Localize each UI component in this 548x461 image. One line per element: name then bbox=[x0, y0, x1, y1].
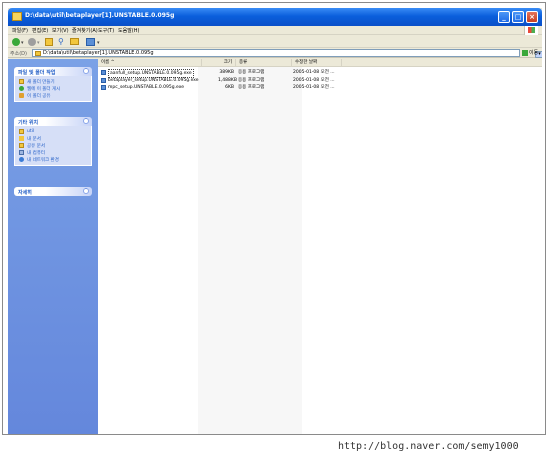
task-label: 이 폴더 공유 bbox=[27, 94, 51, 99]
back-dropdown-icon[interactable]: ▾ bbox=[21, 40, 24, 46]
menu-file[interactable]: 파일(F) bbox=[12, 27, 28, 34]
network-icon bbox=[19, 157, 24, 162]
collapse-icon[interactable]: ˆ bbox=[83, 118, 89, 124]
panel-header[interactable]: 자세히 ˇ bbox=[14, 187, 92, 196]
column-name[interactable]: 이름 ^ bbox=[98, 59, 202, 67]
task-label: 내 네트워크 환경 bbox=[27, 158, 59, 163]
computer-icon bbox=[19, 150, 24, 155]
file-type: 응용 프로그램 bbox=[238, 70, 265, 75]
panel-body: util 내 문서 공유 문서 내 컴퓨터 내 네트워크 환경 bbox=[14, 126, 92, 166]
folder-icon bbox=[19, 129, 24, 134]
details-panel: 자세히 ˇ bbox=[14, 187, 92, 196]
panel-title: 기타 위치 bbox=[18, 120, 39, 126]
go-arrow-icon bbox=[522, 49, 528, 56]
windows-logo-icon bbox=[524, 26, 538, 35]
minimize-button[interactable]: _ bbox=[498, 11, 510, 23]
file-list: 이름 ^ 크기 종류 수정한 날짜 aanfull_setup.UNSTABLE… bbox=[98, 59, 542, 434]
close-button[interactable]: × bbox=[526, 11, 538, 23]
file-name: betaplayer_setup.UNSTABLE.0.095g.exe bbox=[108, 78, 199, 83]
panel-title: 자세히 bbox=[18, 190, 32, 196]
exe-file-icon bbox=[101, 78, 106, 83]
sort-arrow-icon: ^ bbox=[110, 60, 115, 65]
expand-icon[interactable]: ˇ bbox=[83, 188, 89, 194]
toolbar: ▾ ▾ ⚲ ▾ bbox=[8, 36, 542, 48]
column-label: 이름 bbox=[101, 60, 110, 65]
address-bar: 주소(D) D:\data\util\betaplayer[1].UNSTABL… bbox=[8, 48, 542, 58]
place-util[interactable]: util bbox=[19, 128, 87, 135]
file-name: mpc_setup.UNSTABLE.0.095g.exe bbox=[108, 85, 184, 90]
menu-tools[interactable]: 도구(T) bbox=[98, 27, 114, 34]
file-size: 389KB bbox=[219, 70, 234, 75]
file-size: 1,488KB bbox=[218, 78, 237, 83]
file-row[interactable]: aanfull_setup.UNSTABLE.0.095g.exe 389KB … bbox=[98, 69, 542, 78]
address-input[interactable]: D:\data\util\betaplayer[1].UNSTABLE.0.09… bbox=[32, 49, 542, 58]
file-date: 2005-01-08 오전 ... bbox=[293, 70, 335, 75]
new-folder-icon bbox=[19, 79, 24, 84]
screenshot-frame: D:\data\util\betaplayer[1].UNSTABLE.0.09… bbox=[2, 2, 546, 435]
views-dropdown-icon[interactable]: ▾ bbox=[97, 40, 100, 46]
documents-icon bbox=[19, 136, 24, 141]
go-button[interactable]: 이동 bbox=[522, 49, 540, 57]
forward-dropdown-icon[interactable]: ▾ bbox=[37, 40, 40, 46]
file-tasks-panel: 파일 및 폴더 작업 ˆ 새 폴더 만들기 웹에 이 폴더 게시 이 폴더 공유 bbox=[14, 67, 92, 102]
column-header-row: 이름 ^ 크기 종류 수정한 날짜 bbox=[98, 59, 542, 67]
task-share-folder[interactable]: 이 폴더 공유 bbox=[19, 92, 87, 99]
menu-bar: 파일(F) 편집(E) 보기(V) 즐겨찾기(A) 도구(T) 도움말(H) bbox=[8, 26, 542, 35]
place-my-documents[interactable]: 내 문서 bbox=[19, 135, 87, 142]
share-icon bbox=[19, 93, 24, 98]
globe-icon bbox=[19, 86, 24, 91]
menu-help[interactable]: 도움말(H) bbox=[118, 27, 139, 34]
blog-watermark: http://blog.naver.com/semy1000 bbox=[338, 441, 519, 452]
folder-icon bbox=[35, 51, 41, 56]
menu-edit[interactable]: 편집(E) bbox=[32, 27, 48, 34]
address-label: 주소(D) bbox=[10, 51, 27, 57]
column-date[interactable]: 수정한 날짜 bbox=[292, 59, 342, 67]
task-new-folder[interactable]: 새 폴더 만들기 bbox=[19, 78, 87, 85]
menu-favorites[interactable]: 즐겨찾기(A) bbox=[72, 27, 98, 34]
file-date: 2005-01-08 오전 ... bbox=[293, 78, 335, 83]
task-publish-web[interactable]: 웹에 이 폴더 게시 bbox=[19, 85, 87, 92]
folder-icon bbox=[12, 12, 22, 21]
task-label: util bbox=[27, 129, 35, 134]
forward-button[interactable] bbox=[28, 38, 36, 46]
window-title: D:\data\util\betaplayer[1].UNSTABLE.0.09… bbox=[25, 12, 175, 19]
place-my-computer[interactable]: 내 컴퓨터 bbox=[19, 149, 87, 156]
file-date: 2005-01-08 오전 ... bbox=[293, 85, 335, 90]
exe-file-icon bbox=[101, 85, 106, 90]
file-type: 응용 프로그램 bbox=[238, 85, 265, 90]
file-type: 응용 프로그램 bbox=[238, 78, 265, 83]
place-network[interactable]: 내 네트워크 환경 bbox=[19, 156, 87, 163]
other-places-panel: 기타 위치 ˆ util 내 문서 공유 문서 내 컴퓨터 내 네트워크 환경 bbox=[14, 117, 92, 166]
file-row[interactable]: betaplayer_setup.UNSTABLE.0.095g.exe 1,4… bbox=[98, 77, 542, 84]
place-shared-documents[interactable]: 공유 문서 bbox=[19, 142, 87, 149]
explorer-window: D:\data\util\betaplayer[1].UNSTABLE.0.09… bbox=[8, 8, 542, 434]
file-row[interactable]: mpc_setup.UNSTABLE.0.095g.exe 6KB 응용 프로그… bbox=[98, 84, 542, 91]
search-icon[interactable]: ⚲ bbox=[58, 37, 64, 46]
task-pane: 파일 및 폴더 작업 ˆ 새 폴더 만들기 웹에 이 폴더 게시 이 폴더 공유 bbox=[8, 59, 98, 434]
go-label: 이동 bbox=[529, 50, 539, 56]
shared-folder-icon bbox=[19, 143, 24, 148]
back-button[interactable] bbox=[12, 38, 20, 46]
maximize-button[interactable]: □ bbox=[512, 11, 524, 23]
address-value: D:\data\util\betaplayer[1].UNSTABLE.0.09… bbox=[43, 50, 154, 56]
folders-button[interactable] bbox=[70, 38, 79, 45]
panel-body: 새 폴더 만들기 웹에 이 폴더 게시 이 폴더 공유 bbox=[14, 76, 92, 102]
menu-view[interactable]: 보기(V) bbox=[52, 27, 69, 34]
views-button[interactable] bbox=[86, 38, 95, 46]
column-size[interactable]: 크기 bbox=[202, 59, 236, 67]
panel-header[interactable]: 기타 위치 ˆ bbox=[14, 117, 92, 126]
panel-title: 파일 및 폴더 작업 bbox=[18, 70, 56, 76]
title-bar[interactable]: D:\data\util\betaplayer[1].UNSTABLE.0.09… bbox=[8, 8, 542, 26]
sorted-column-highlight bbox=[198, 67, 302, 434]
up-folder-button[interactable] bbox=[45, 38, 53, 46]
collapse-icon[interactable]: ˆ bbox=[83, 68, 89, 74]
file-size: 6KB bbox=[225, 85, 234, 90]
exe-file-icon bbox=[101, 70, 106, 75]
column-type[interactable]: 종류 bbox=[236, 59, 292, 67]
panel-header[interactable]: 파일 및 폴더 작업 ˆ bbox=[14, 67, 92, 76]
